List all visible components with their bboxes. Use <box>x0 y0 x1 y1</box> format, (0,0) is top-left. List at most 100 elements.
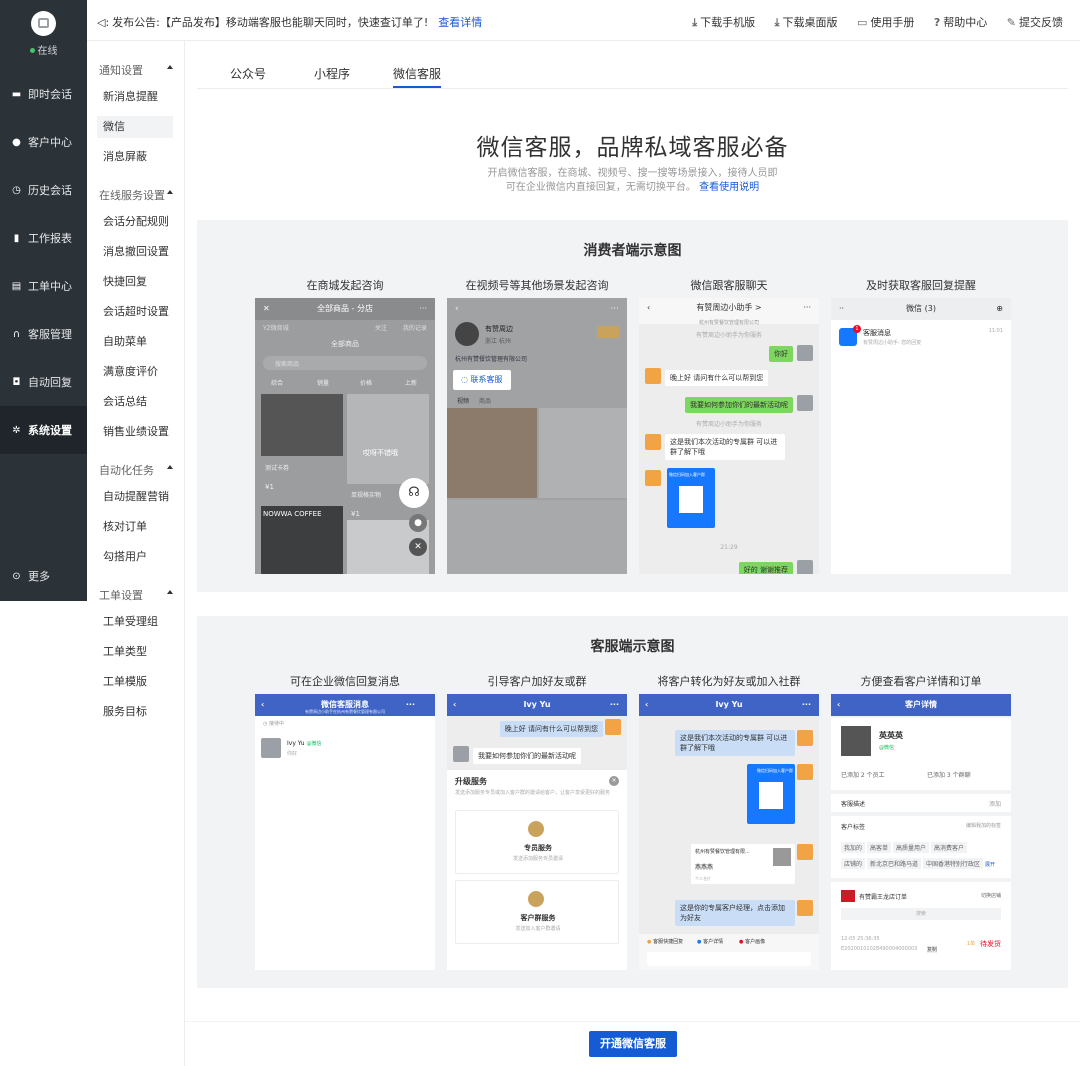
copy-button[interactable]: 复制 <box>927 946 938 953</box>
search-filter[interactable]: ◷ 接待中 <box>263 720 284 727</box>
customer-profile-action[interactable]: ● 客户画像 <box>739 938 765 945</box>
usage-guide-link[interactable]: 查看使用说明 <box>699 182 759 193</box>
headset-icon[interactable]: ☊ <box>399 478 429 508</box>
order-search[interactable]: 搜索 <box>841 908 1001 920</box>
add-icon[interactable]: ⊕ <box>996 298 1003 320</box>
help-link[interactable]: ? 帮助中心 <box>934 16 987 29</box>
sort-sales[interactable]: 销量 <box>317 378 329 387</box>
nav-item-chat[interactable]: ▬ 即时会话 <box>0 70 87 118</box>
more-dots-icon: ··· <box>419 304 427 313</box>
menu-item-ticket-type[interactable]: 工单类型 <box>97 641 173 663</box>
menu-item-wechat[interactable]: 微信 <box>97 116 173 138</box>
store-logo-icon[interactable] <box>31 11 56 36</box>
menu-item-block[interactable]: 消息屏蔽 <box>97 146 173 168</box>
nav-item-reports[interactable]: ▮ 工作报表 <box>0 214 87 262</box>
more-dots-icon[interactable]: ··· <box>610 694 619 716</box>
back-icon[interactable]: ‹ <box>453 694 456 716</box>
customer-tag: @微信 <box>879 745 895 751</box>
message-input[interactable] <box>647 952 811 966</box>
download-mobile-link[interactable]: ⤓ 下载手机版 <box>692 16 755 29</box>
online-status[interactable]: 在线 <box>0 42 87 57</box>
download-desktop-link[interactable]: ⤓ 下载桌面版 <box>775 16 838 29</box>
menu-item-assign[interactable]: 会话分配规则 <box>97 211 173 233</box>
menu-item-check-order[interactable]: 核对订单 <box>97 516 173 538</box>
nav-item-autoreply[interactable]: ◘ 自动回复 <box>0 358 87 406</box>
open-wechat-service-button[interactable]: 开通微信客服 <box>589 1031 677 1057</box>
mall-search[interactable]: 搜索商品 <box>263 356 427 370</box>
staff-count[interactable]: 已添加 2 个员工 <box>841 770 885 779</box>
nav-item-more[interactable]: ⊙ 更多 <box>0 552 87 600</box>
group-service-option[interactable]: 客户群服务 发送加入客户群邀请 <box>455 880 619 944</box>
nav-item-settings[interactable]: ✲ 系统设置 <box>0 406 87 454</box>
tab-video[interactable]: 视频 <box>457 396 469 405</box>
nav-item-history[interactable]: ◷ 历史会话 <box>0 166 87 214</box>
sort-new[interactable]: 上新 <box>405 378 417 387</box>
menu-group-online[interactable]: 在线服务设置 <box>99 187 179 203</box>
expand-link[interactable]: 展开 <box>985 862 995 868</box>
description-row[interactable]: 客服描述 添加 <box>831 794 1011 812</box>
tab-wechat-service[interactable]: 微信客服 <box>393 65 442 88</box>
footer-divider <box>185 1021 1080 1022</box>
enterprise-sub: 有赞周边小助手在杭州有赞餐饮管理有限公司 <box>305 709 385 714</box>
nav-item-customers[interactable]: ● 客户中心 <box>0 118 87 166</box>
member-service-option[interactable]: 专员服务 发送添加服务专员邀请 <box>455 810 619 874</box>
menu-item-sales[interactable]: 销售业绩设置 <box>97 421 173 443</box>
announcement-link[interactable]: 查看详情 <box>438 16 482 29</box>
tab-mini-program[interactable]: 小程序 <box>314 65 350 82</box>
menu-item-self-menu[interactable]: 自助菜单 <box>97 331 173 353</box>
more-dots-icon[interactable]: ··· <box>803 301 811 315</box>
follow-button[interactable] <box>597 326 619 338</box>
more-dots-icon[interactable]: ··· <box>610 304 619 314</box>
menu-item-service-goal[interactable]: 服务目标 <box>97 701 173 723</box>
tab-official-account[interactable]: 公众号 <box>230 65 266 82</box>
group-count[interactable]: 已添加 3 个群聊 <box>927 770 971 779</box>
sort-default[interactable]: 综合 <box>271 378 283 387</box>
top-links: ⤓ 下载手机版 ⤓ 下载桌面版 ▭ 使用手册 ? 帮助中心 ✎ 提交反馈 <box>676 14 1063 30</box>
download-icon: ⤓ <box>774 16 780 29</box>
menu-group-ticket[interactable]: 工单设置 <box>99 587 179 603</box>
quick-reply-action[interactable]: ● 客服快捷回复 <box>647 938 683 945</box>
channel-tabs: 公众号 小程序 微信客服 <box>197 41 1068 89</box>
contact-service-button[interactable]: ◌ 联系客服 <box>453 370 511 390</box>
business-card[interactable]: 杭州有赞餐饮管理有限... 燕燕燕 个人名片 <box>691 844 795 884</box>
back-icon[interactable]: ‹ <box>645 694 648 716</box>
sort-price[interactable]: 价格 <box>360 378 372 387</box>
close-icon[interactable]: ✕ <box>409 538 427 556</box>
menu-item-ticket-group[interactable]: 工单受理组 <box>97 611 173 633</box>
menu-item-quick-reply[interactable]: 快捷回复 <box>97 271 173 293</box>
feedback-link[interactable]: ✎ 提交反馈 <box>1007 16 1063 29</box>
menu-item-new-message[interactable]: 新消息提醒 <box>97 86 173 108</box>
tab-products[interactable]: 商品 <box>479 396 491 405</box>
customer-name[interactable]: Ivy Yu @微信 <box>287 740 322 747</box>
close-icon[interactable]: ✕ <box>609 776 619 786</box>
menu-item-reminder[interactable]: 自动提醒营销 <box>97 486 173 508</box>
nav-item-tickets[interactable]: ▤ 工单中心 <box>0 262 87 310</box>
menu-group-notify[interactable]: 通知设置 <box>99 62 179 78</box>
manual-link[interactable]: ▭ 使用手册 <box>857 16 914 29</box>
menu-item-timeout[interactable]: 会话超时设置 <box>97 301 173 323</box>
agent-title: 客服端示意图 <box>590 639 675 655</box>
avatar <box>797 345 813 361</box>
menu-group-automation[interactable]: 自动化任务 <box>99 462 179 478</box>
nav-item-agents[interactable]: ∩ 客服管理 <box>0 310 87 358</box>
screenshot-convert-friend: ‹ Ivy Yu ··· 这是我们本次活动的专属群 可以进群了解下哦 微信扫码加入客… <box>639 694 819 970</box>
company-name: 杭州有赞餐饮管理有限公司 <box>455 356 528 363</box>
menu-item-satisfaction[interactable]: 满意度评价 <box>97 361 173 383</box>
caret-up-icon <box>167 465 173 469</box>
unread-badge: 1 <box>853 325 861 333</box>
edit-tags-link[interactable]: 编辑我加的标签 <box>966 822 1001 829</box>
menu-item-engage[interactable]: 勾搭用户 <box>97 546 173 568</box>
menu-item-recall[interactable]: 消息撤回设置 <box>97 241 173 263</box>
switch-store-button[interactable]: 切换店铺 <box>981 892 1001 899</box>
more-dots-icon[interactable]: ·· <box>839 298 844 320</box>
customer-detail-action[interactable]: ● 客户详情 <box>697 938 723 945</box>
more-dots-icon[interactable]: ··· <box>802 694 811 716</box>
back-icon[interactable]: ‹ <box>837 694 840 716</box>
profile-icon[interactable]: ● <box>409 514 427 532</box>
back-icon[interactable]: ‹ <box>455 304 459 314</box>
sticker-text: NOWWA COFFEE <box>263 510 322 518</box>
menu-item-ticket-template[interactable]: 工单模版 <box>97 671 173 693</box>
back-icon[interactable]: ‹ <box>647 301 650 315</box>
message-title[interactable]: 客服消息 <box>863 328 891 338</box>
menu-item-summary[interactable]: 会话总结 <box>97 391 173 413</box>
